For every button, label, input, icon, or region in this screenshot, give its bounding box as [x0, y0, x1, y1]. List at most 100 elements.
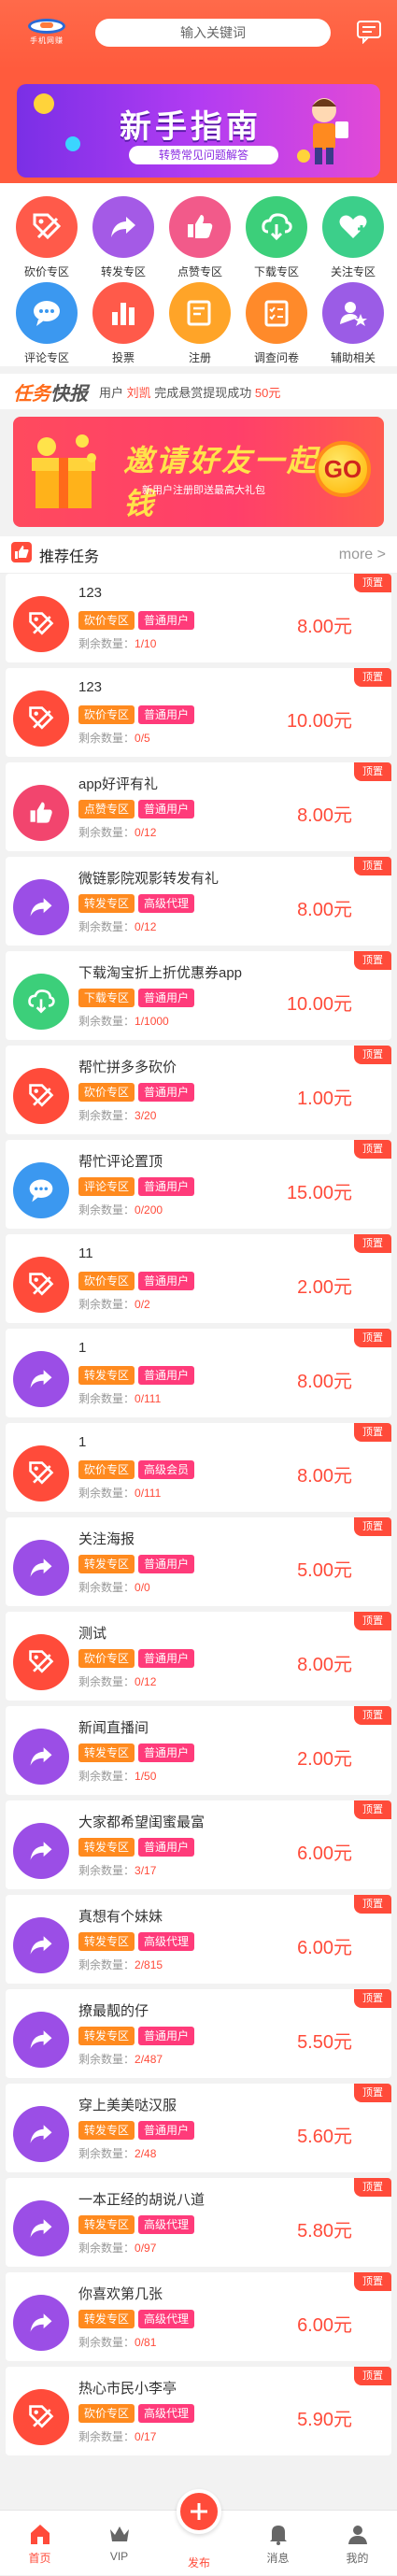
task-title: 你喜欢第几张	[78, 2286, 163, 2302]
pinned-badge: 顶置	[354, 1989, 391, 2008]
task-card[interactable]: 1 转发专区 普通用户 剩余数量：0/111 8.00元 顶置	[6, 1329, 391, 1417]
go-button[interactable]: GO	[315, 441, 371, 497]
survey-icon	[246, 282, 307, 344]
pinned-badge: 顶置	[354, 1800, 391, 1819]
tag-icon	[13, 1634, 69, 1690]
invite-friends-banner[interactable]: 邀请好友一起赚钱 新用户注册即送最高大礼包 GO	[13, 417, 384, 527]
remaining-label: 剩余数量：	[78, 1675, 135, 1688]
category-comment[interactable]: 评论专区	[9, 282, 84, 364]
category-label: 评论专区	[23, 351, 69, 364]
task-reward: 8.00元	[297, 1466, 352, 1487]
task-card[interactable]: 关注海报 转发专区 普通用户 剩余数量：0/0 5.00元 顶置	[6, 1517, 391, 1606]
task-card[interactable]: 你喜欢第几张 转发专区 高级代理 剩余数量：0/81 6.00元 顶置	[6, 2272, 391, 2361]
task-card[interactable]: 大家都希望闺蜜最富 转发专区 普通用户 剩余数量：3/17 6.00元 顶置	[6, 1800, 391, 1889]
task-card[interactable]: 1 砍价专区 高级会员 剩余数量：0/111 8.00元 顶置	[6, 1423, 391, 1512]
category-vote[interactable]: 投票	[86, 282, 161, 364]
task-card[interactable]: 123 砍价专区 普通用户 剩余数量：0/5 10.00元 顶置	[6, 668, 391, 757]
tab-mine[interactable]: 我的	[318, 2511, 397, 2576]
message-icon[interactable]	[354, 17, 384, 47]
news-middle: 完成悬赏提现成功	[154, 385, 252, 400]
task-tags: 砍价专区 高级会员	[78, 1460, 195, 1479]
remaining-label: 剩余数量：	[78, 826, 135, 839]
task-title: 测试	[78, 1626, 107, 1642]
category-share[interactable]: 转发专区	[86, 196, 161, 278]
category-survey[interactable]: 调查问卷	[239, 282, 314, 364]
remaining-count: 2/487	[135, 2053, 163, 2066]
remaining-label: 剩余数量：	[78, 1770, 135, 1783]
task-card[interactable]: 新闻直播间 转发专区 普通用户 剩余数量：1/50 2.00元 顶置	[6, 1706, 391, 1795]
share-icon	[13, 2106, 69, 2162]
category-like[interactable]: 点赞专区	[163, 196, 237, 278]
task-card[interactable]: app好评有礼 点赞专区 普通用户 剩余数量：0/12 8.00元 顶置	[6, 762, 391, 851]
task-tags: 砍价专区 普通用户	[78, 611, 195, 630]
task-news-bar[interactable]: 任务快报 用户 刘凯 完成悬赏提现成功 50元	[0, 374, 397, 409]
task-tags: 转发专区 普通用户	[78, 1366, 195, 1385]
task-card[interactable]: 热心市民小李亭 砍价专区 高级代理 剩余数量：0/17 5.90元 顶置	[6, 2367, 391, 2455]
category-follow[interactable]: 关注专区	[316, 196, 390, 278]
task-reward: 2.00元	[297, 1277, 352, 1298]
task-list: 123 砍价专区 普通用户 剩余数量：1/10 8.00元 顶置 123 砍价专区 普通用户 剩余…	[0, 574, 397, 2461]
task-card[interactable]: 真想有个妹妹 转发专区 高级代理 剩余数量：2/815 6.00元 顶置	[6, 1895, 391, 1984]
task-level-tag: 普通用户	[138, 611, 195, 630]
remaining-count: 0/17	[135, 2430, 157, 2443]
remaining-count: 0/111	[135, 1392, 162, 1405]
task-category-tag: 转发专区	[78, 2027, 135, 2045]
user-icon	[346, 2522, 370, 2546]
recommend-title-wrap: 推荐任务	[11, 542, 99, 567]
remaining-count: 0/111	[135, 1487, 162, 1500]
pinned-badge: 顶置	[354, 1140, 391, 1159]
remaining-label: 剩余数量：	[78, 2336, 135, 2349]
task-level-tag: 普通用户	[138, 1272, 195, 1290]
task-reward: 8.00元	[297, 1655, 352, 1675]
task-title: 123	[78, 679, 103, 695]
comment-icon	[13, 1162, 69, 1218]
task-card[interactable]: 123 砍价专区 普通用户 剩余数量：1/10 8.00元 顶置	[6, 574, 391, 662]
task-category-tag: 转发专区	[78, 1366, 135, 1385]
task-card[interactable]: 帮忙评论置顶 评论专区 普通用户 剩余数量：0/200 15.00元 顶置	[6, 1140, 391, 1229]
task-card[interactable]: 11 砍价专区 普通用户 剩余数量：0/2 2.00元 顶置	[6, 1234, 391, 1323]
task-title: 真想有个妹妹	[78, 1909, 163, 1925]
task-card[interactable]: 一本正经的胡说八道 转发专区 高级代理 剩余数量：0/97 5.80元 顶置	[6, 2178, 391, 2267]
task-reward: 5.90元	[297, 2410, 352, 2430]
task-level-tag: 高级代理	[138, 2310, 195, 2328]
pinned-badge: 顶置	[354, 1517, 391, 1536]
task-category-tag: 砍价专区	[78, 2404, 135, 2423]
tab-label: 消息	[266, 2552, 290, 2565]
task-reward: 5.00元	[297, 1560, 352, 1581]
search-input[interactable]	[95, 19, 331, 47]
task-reward: 5.80元	[297, 2221, 352, 2242]
task-level-tag: 普通用户	[138, 1555, 195, 1573]
task-card[interactable]: 穿上美美哒汉服 转发专区 普通用户 剩余数量：2/48 5.60元 顶置	[6, 2084, 391, 2172]
tab-vip[interactable]: VIP	[79, 2511, 159, 2576]
category-bargain[interactable]: 砍价专区	[9, 196, 84, 278]
newbie-guide-banner[interactable]: 新手指南 转赞常见问题解答	[17, 84, 380, 178]
task-card[interactable]: 帮忙拼多多砍价 砍价专区 普通用户 剩余数量：3/20 1.00元 顶置	[6, 1046, 391, 1134]
task-card[interactable]: 撩最靓的仔 转发专区 普通用户 剩余数量：2/487 5.50元 顶置	[6, 1989, 391, 2078]
banner-character-icon	[296, 93, 352, 168]
task-title: 1	[78, 1340, 87, 1356]
publish-button[interactable]	[177, 2489, 221, 2534]
more-link[interactable]: more >	[339, 547, 386, 563]
task-title: 123	[78, 585, 103, 601]
category-register[interactable]: 注册	[163, 282, 237, 364]
tab-message[interactable]: 消息	[238, 2511, 318, 2576]
task-remaining: 剩余数量：0/111	[78, 1390, 161, 1406]
task-category-tag: 下载专区	[78, 989, 135, 1007]
tab-home[interactable]: 首页	[0, 2511, 79, 2576]
task-card[interactable]: 测试 砍价专区 普通用户 剩余数量：0/12 8.00元 顶置	[6, 1612, 391, 1701]
task-level-tag: 普通用户	[138, 1838, 195, 1857]
app-logo[interactable]: 手机网赚	[11, 15, 82, 49]
task-category-tag: 转发专区	[78, 1555, 135, 1573]
task-level-tag: 高级代理	[138, 1932, 195, 1951]
task-tags: 转发专区 普通用户	[78, 1555, 195, 1573]
download-icon	[13, 974, 69, 1030]
category-assist[interactable]: 辅助相关	[316, 282, 390, 364]
task-category-tag: 转发专区	[78, 2121, 135, 2140]
task-card[interactable]: 下载淘宝折上折优惠券app 下载专区 普通用户 剩余数量：1/1000 10.00元 顶置	[6, 951, 391, 1040]
category-download[interactable]: 下载专区	[239, 196, 314, 278]
tab-label: 我的	[346, 2552, 369, 2565]
task-title: 新闻直播间	[78, 1720, 149, 1736]
pinned-badge: 顶置	[354, 1423, 391, 1442]
pinned-badge: 顶置	[354, 2367, 391, 2385]
task-card[interactable]: 微链影院观影转发有礼 转发专区 高级代理 剩余数量：0/12 8.00元 顶置	[6, 857, 391, 946]
